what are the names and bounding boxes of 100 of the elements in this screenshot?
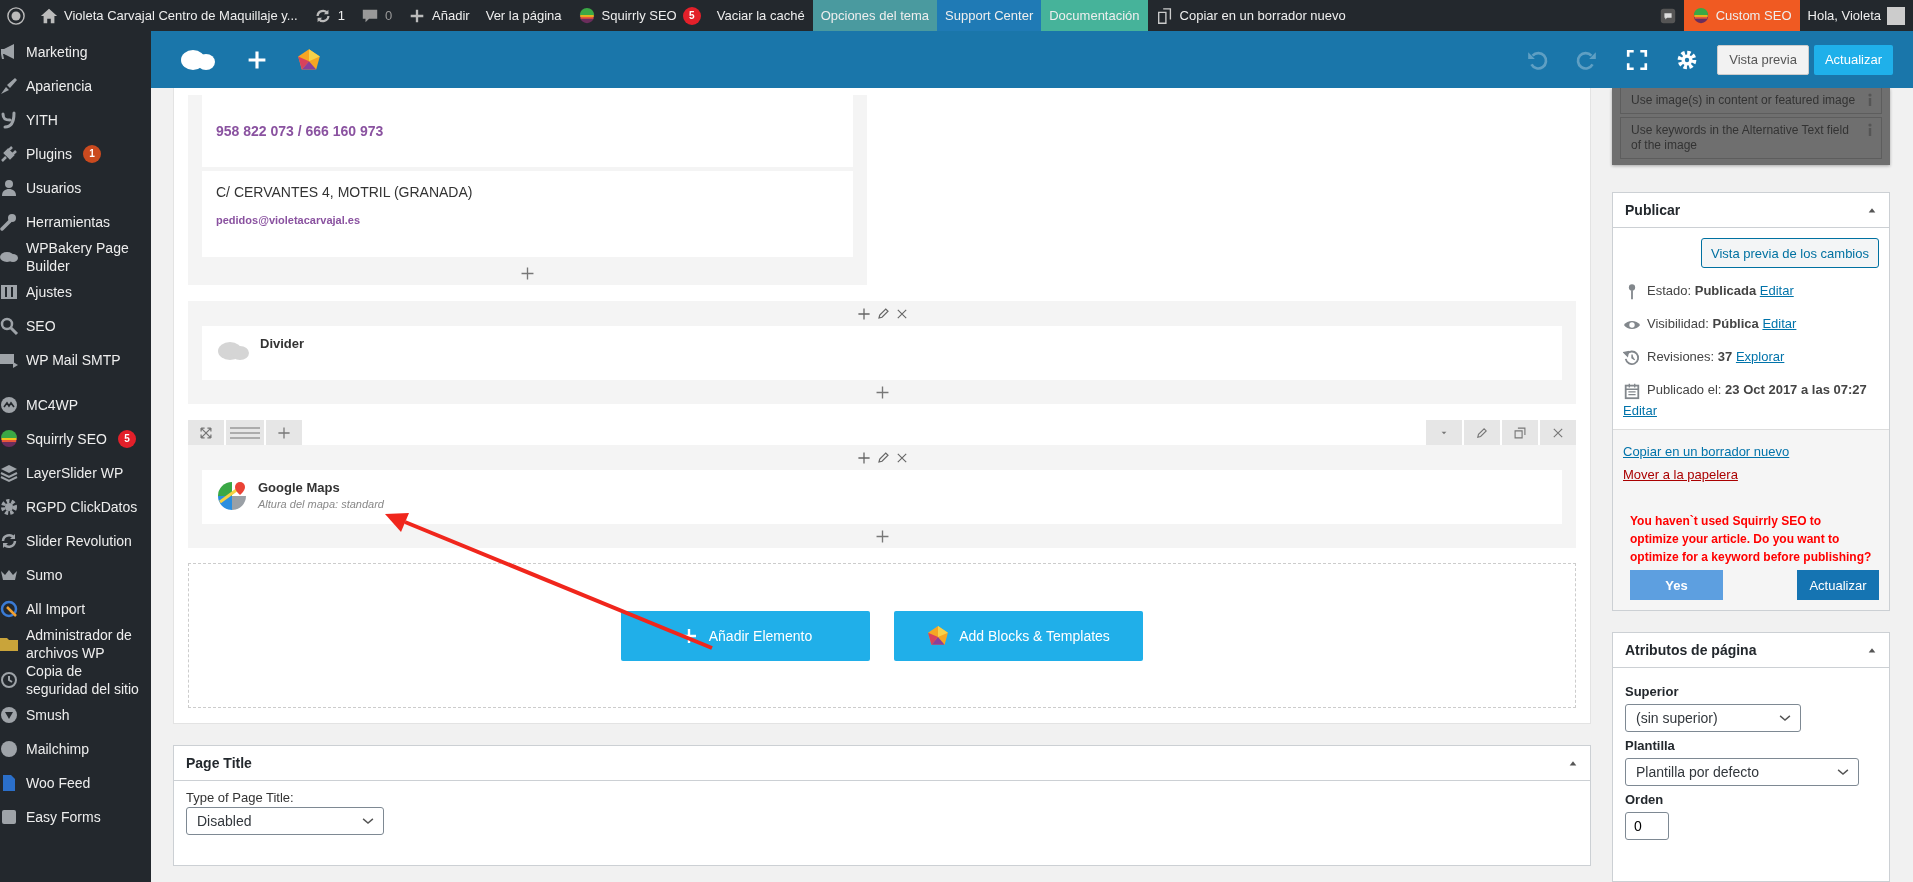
pentagon-icon — [927, 624, 950, 647]
copy-icon — [1155, 6, 1174, 25]
calendar-icon — [1623, 381, 1641, 400]
template-select[interactable]: Plantilla por defecto — [1625, 758, 1859, 786]
add-button[interactable] — [855, 305, 872, 322]
history-icon — [1623, 348, 1641, 367]
plug-icon — [0, 144, 19, 164]
edit-link[interactable]: Editar — [1623, 403, 1657, 418]
menu-item[interactable]: Mailchimp — [0, 732, 151, 766]
element-subtitle: Altura del mapa: standard — [258, 498, 384, 510]
edit-button[interactable] — [1464, 420, 1500, 445]
brush-icon — [0, 76, 19, 96]
menu-item[interactable]: Apariencia — [0, 69, 151, 103]
trash-link[interactable]: Mover a la papelera — [1623, 467, 1879, 482]
edit-link[interactable]: Explorar — [1735, 349, 1785, 364]
refresh-icon — [0, 531, 19, 551]
panel-title: Publicar — [1625, 202, 1681, 218]
copy-link[interactable]: Copiar en un borrador nuevo — [1623, 444, 1879, 459]
email-link[interactable]: pedidos@violetacarvajal.es — [216, 214, 360, 226]
menu-item[interactable]: LayerSlider WP — [0, 456, 151, 490]
menu-item[interactable]: WP Mail SMTP — [0, 343, 151, 377]
menu-item[interactable]: Plugins 1 — [0, 137, 151, 171]
seo-notice: You haven`t used Squirrly SEO to optimize your article. Do you want to optimize for a keyword before publishing? — [1629, 513, 1873, 566]
menu-item[interactable]: All Import — [0, 592, 151, 626]
menu-item[interactable]: Sumo — [0, 558, 151, 592]
menu-item[interactable]: WPBakery Page Builder — [0, 239, 151, 275]
count-badge: 1 — [82, 145, 101, 163]
publish-info: Revisiones: 37 — [1647, 349, 1733, 364]
publish-info: Visibilidad: Pública — [1647, 316, 1759, 331]
map-icon — [216, 480, 248, 512]
user-icon — [0, 178, 19, 198]
preview-button[interactable]: Vista previa — [1717, 44, 1809, 75]
admin-bar-link[interactable]: Vaciar la caché — [708, 0, 813, 31]
clock-icon — [0, 670, 19, 690]
edit-button[interactable] — [875, 306, 891, 321]
admin-bar-link[interactable]: 0 — [352, 0, 401, 31]
search-icon — [0, 316, 19, 336]
admin-bar-link[interactable]: Squirrly SEO 5 — [569, 0, 709, 31]
menu-item[interactable]: RGPD ClickDatos — [0, 490, 151, 524]
edit-link[interactable]: Editar — [1762, 316, 1797, 331]
menu-item[interactable]: Squirrly SEO 5 — [0, 422, 151, 456]
menu-item[interactable]: Smush — [0, 698, 151, 732]
add-column-button[interactable] — [266, 420, 302, 445]
menu-item[interactable]: YITH — [0, 103, 151, 137]
panel-title: Atributos de página — [1625, 642, 1757, 658]
field-label: Orden — [1625, 792, 1665, 807]
preview-button[interactable]: Vista previa de los cambios — [1701, 238, 1879, 268]
menu-item[interactable]: Copia de seguridad del sitio — [0, 662, 151, 698]
copy-icon — [1513, 425, 1527, 440]
menu-item[interactable]: Usuarios — [0, 171, 151, 205]
update-button[interactable]: Actualizar — [1797, 570, 1879, 600]
message-icon — [1658, 6, 1677, 25]
page-title-select[interactable]: Disabled — [186, 807, 384, 835]
admin-bar-link[interactable]: Ver la página — [477, 0, 570, 31]
parent-select[interactable]: (sin superior) — [1625, 704, 1801, 732]
logo-icon — [7, 6, 25, 25]
field-label: Superior — [1625, 684, 1680, 699]
admin-bar-link[interactable]: 1 — [305, 0, 353, 31]
toggle-button[interactable] — [1426, 420, 1462, 445]
edit-link[interactable]: Editar — [1759, 283, 1794, 298]
pencil-icon — [875, 450, 891, 465]
admin-bar-link[interactable]: Support Center — [937, 0, 1042, 31]
menu-item[interactable]: Easy Forms — [0, 800, 151, 834]
menu-item[interactable]: SEO — [0, 309, 151, 343]
element-title: Google Maps — [258, 480, 341, 495]
menu-item[interactable]: Administrador de archivos WP — [0, 626, 151, 662]
field-label: Plantilla — [1625, 738, 1676, 753]
address-text: C/ CERVANTES 4, MOTRIL (GRANADA) — [216, 184, 473, 200]
layers-icon — [0, 463, 19, 483]
admin-bar-link[interactable]: Copiar en un borrador nuevo — [1147, 0, 1354, 31]
drag-handle[interactable] — [226, 420, 264, 445]
circle-icon — [0, 739, 19, 759]
menu-item[interactable]: Ajustes — [0, 275, 151, 309]
expand-button[interactable] — [188, 420, 224, 445]
order-field[interactable]: 0 — [1625, 812, 1669, 840]
striped-circle-icon — [577, 6, 596, 25]
menu-item[interactable]: MC4WP — [0, 388, 151, 422]
menu-item[interactable]: Woo Feed — [0, 766, 151, 800]
menu-item[interactable]: Herramientas — [0, 205, 151, 239]
publish-info: Estado: Publicada — [1647, 283, 1757, 298]
add-icon — [855, 449, 872, 466]
add-icon — [276, 424, 292, 441]
count-badge: 5 — [117, 430, 136, 448]
admin-bar-link[interactable]: Violeta Carvajal Centro de Maquillaje y... — [32, 0, 306, 31]
pencil-icon — [875, 306, 891, 321]
settings-icon — [0, 497, 19, 517]
clone-button[interactable] — [1502, 420, 1538, 445]
add-button[interactable] — [855, 449, 872, 466]
element-title: Divider — [260, 336, 305, 351]
fullscreen-icon — [1626, 48, 1649, 71]
add-icon — [855, 305, 872, 322]
admin-bar-link[interactable]: Añadir — [400, 0, 478, 31]
menu-item[interactable]: Slider Revolution — [0, 524, 151, 558]
striped-circle-icon — [0, 429, 19, 449]
wrench-icon — [0, 212, 19, 232]
expand-icon — [199, 425, 213, 440]
admin-bar-link[interactable]: Hola, Violeta — [1799, 0, 1913, 31]
edit-button[interactable] — [875, 450, 891, 465]
phone-text: 958 822 073 / 666 160 973 — [216, 123, 384, 139]
menu-item[interactable]: Marketing — [0, 35, 151, 69]
